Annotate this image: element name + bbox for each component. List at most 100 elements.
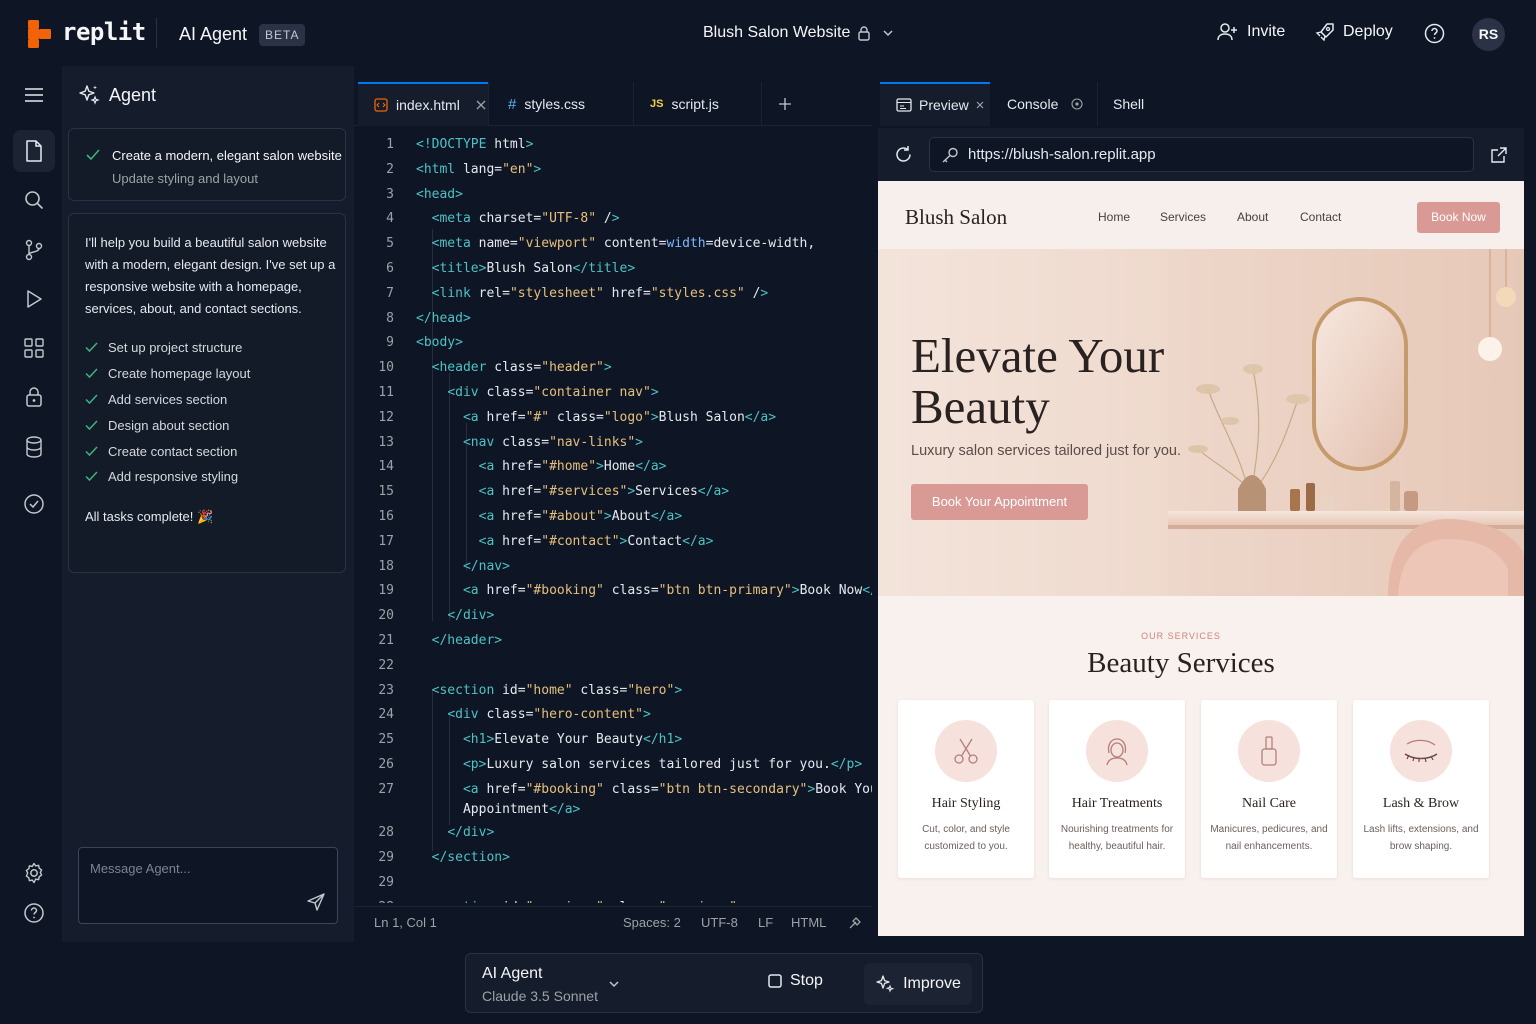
code-area[interactable]: 1 <!DOCTYPE html> 2 <html lang="en"> 3 <head>…: [354, 133, 872, 903]
agent-name[interactable]: AI Agent: [482, 965, 543, 983]
message-agent-box[interactable]: [78, 847, 338, 924]
code-line[interactable]: 23 <section id="home" class="hero">: [354, 679, 872, 703]
tab-styles-css[interactable]: # styles.css: [492, 82, 632, 126]
search-icon[interactable]: [13, 179, 55, 221]
code-line[interactable]: 26 <p>Luxury salon services tailored jus…: [354, 753, 872, 777]
code-line[interactable]: 10 <header class="header">: [354, 356, 872, 380]
code-line[interactable]: 11 <div class="container nav">: [354, 381, 872, 405]
code-line[interactable]: 29: [354, 871, 872, 895]
improve-button[interactable]: Improve: [864, 963, 972, 1005]
code-line[interactable]: 9 <body>: [354, 331, 872, 355]
chevron-down-icon[interactable]: [608, 979, 620, 989]
code-line[interactable]: Appointment</a>: [354, 798, 872, 822]
site-logo[interactable]: Blush Salon: [905, 205, 1007, 230]
checklist-label: Create homepage layout: [108, 366, 251, 382]
nav-contact[interactable]: Contact: [1300, 210, 1341, 224]
code-line[interactable]: 8 </head>: [354, 307, 872, 331]
chevron-down-icon[interactable]: [882, 28, 894, 38]
message-agent-input[interactable]: [79, 848, 337, 888]
service-card-hair-styling[interactable]: Hair Styling Cut, color, and style custo…: [898, 700, 1034, 878]
encoding[interactable]: UTF-8: [701, 915, 738, 930]
code-line[interactable]: 2 <html lang="en">: [354, 158, 872, 182]
replit-logo-icon[interactable]: [28, 20, 52, 48]
close-icon[interactable]: [976, 101, 984, 109]
code-text: <section id="home" class="hero">: [431, 682, 683, 698]
code-line[interactable]: 4 <meta charset="UTF-8" />: [354, 207, 872, 231]
code-line[interactable]: 28 <section id="services" class="service…: [354, 896, 872, 903]
nav-services[interactable]: Services: [1160, 210, 1206, 224]
add-tab-button[interactable]: [762, 82, 812, 126]
send-icon[interactable]: [306, 892, 326, 912]
sparkles-icon: [78, 84, 100, 106]
checks-icon[interactable]: [13, 483, 55, 525]
website-preview[interactable]: Blush Salon Home Services About Contact …: [878, 181, 1524, 936]
task-card[interactable]: Create a modern, elegant salon website U…: [68, 128, 346, 201]
tab-preview[interactable]: Preview: [880, 82, 990, 126]
language-mode[interactable]: HTML: [791, 915, 826, 930]
close-icon[interactable]: [476, 100, 486, 110]
tab-index-html[interactable]: index.html: [358, 82, 488, 126]
format-icon[interactable]: [848, 916, 862, 930]
open-external-icon[interactable]: [1490, 146, 1508, 164]
line-ending[interactable]: LF: [758, 915, 773, 930]
model-name[interactable]: Claude 3.5 Sonnet: [482, 988, 598, 1004]
code-line[interactable]: 13 <nav class="nav-links">: [354, 431, 872, 455]
service-card-nail-care[interactable]: Nail Care Manicures, pedicures, and nail…: [1201, 700, 1337, 878]
code-text: <!DOCTYPE html>: [416, 137, 534, 152]
code-line[interactable]: 18 </nav>: [354, 555, 872, 579]
help-icon[interactable]: [1424, 23, 1445, 44]
line-number: 28: [378, 825, 394, 841]
project-name[interactable]: Blush Salon Website: [703, 24, 850, 42]
stop-button[interactable]: Stop: [768, 972, 823, 990]
run-icon[interactable]: [13, 278, 55, 320]
indent-setting[interactable]: Spaces: 2: [623, 915, 681, 930]
code-line[interactable]: 1 <!DOCTYPE html>: [354, 133, 872, 157]
menu-icon[interactable]: [13, 74, 55, 116]
grid-apps-icon[interactable]: [13, 327, 55, 369]
nav-home[interactable]: Home: [1098, 210, 1130, 224]
code-line[interactable]: 22: [354, 654, 872, 678]
book-appointment-button[interactable]: Book Your Appointment: [911, 484, 1088, 520]
avatar[interactable]: RS: [1472, 18, 1505, 51]
code-text: <meta name="viewport" content=width=devi…: [431, 236, 816, 252]
code-line[interactable]: 5 <meta name="viewport" content=width=de…: [354, 232, 872, 256]
code-line[interactable]: 24 <div class="hero-content">: [354, 703, 872, 727]
code-line[interactable]: 21 </header>: [354, 629, 872, 653]
url-text: https://blush-salon.replit.app: [968, 146, 1156, 163]
help-circle-icon[interactable]: [23, 902, 45, 924]
book-now-button[interactable]: Book Now: [1417, 202, 1500, 233]
code-line[interactable]: 12 <a href="#" class="logo">Blush Salon<…: [354, 406, 872, 430]
files-icon[interactable]: [13, 130, 55, 172]
git-branch-icon[interactable]: [13, 229, 55, 271]
code-line[interactable]: 7 <link rel="stylesheet" href="styles.cs…: [354, 282, 872, 306]
code-line[interactable]: 25 <h1>Elevate Your Beauty</h1>: [354, 728, 872, 752]
database-icon[interactable]: [13, 426, 55, 468]
code-line[interactable]: 6 <title>Blush Salon</title>: [354, 257, 872, 281]
plus-icon: [778, 97, 792, 111]
service-card-lash-brow[interactable]: Lash & Brow Lash lifts, extensions, and …: [1353, 700, 1489, 878]
tab-script-js[interactable]: JS script.js: [634, 82, 760, 126]
check-icon: [85, 420, 98, 431]
url-field[interactable]: https://blush-salon.replit.app: [929, 137, 1474, 172]
code-line[interactable]: 29 </section>: [354, 846, 872, 870]
nav-about[interactable]: About: [1237, 210, 1268, 224]
tab-console[interactable]: Console: [991, 82, 1097, 126]
code-line[interactable]: 15 <a href="#services">Services</a>: [354, 480, 872, 504]
deploy-button[interactable]: Deploy: [1315, 22, 1393, 42]
code-line[interactable]: 19 <a href="#booking" class="btn btn-pri…: [354, 579, 872, 603]
secrets-lock-icon[interactable]: [13, 376, 55, 418]
code-text: <nav class="nav-links">: [462, 434, 643, 450]
code-line[interactable]: 3 <head>: [354, 183, 872, 207]
replit-wordmark[interactable]: replit: [62, 18, 146, 46]
code-line[interactable]: 20 </div>: [354, 604, 872, 628]
code-line[interactable]: 16 <a href="#about">About</a>: [354, 505, 872, 529]
cursor-position[interactable]: Ln 1, Col 1: [374, 915, 437, 930]
tab-shell[interactable]: Shell: [1097, 82, 1167, 126]
refresh-icon[interactable]: [894, 145, 913, 164]
service-card-hair-treatments[interactable]: Hair Treatments Nourishing treatments fo…: [1049, 700, 1185, 878]
code-line[interactable]: 17 <a href="#contact">Contact</a>: [354, 530, 872, 554]
code-line[interactable]: 28 </div>: [354, 821, 872, 845]
settings-gear-icon[interactable]: [23, 862, 45, 884]
invite-button[interactable]: Invite: [1217, 22, 1285, 42]
code-line[interactable]: 14 <a href="#home">Home</a>: [354, 455, 872, 479]
